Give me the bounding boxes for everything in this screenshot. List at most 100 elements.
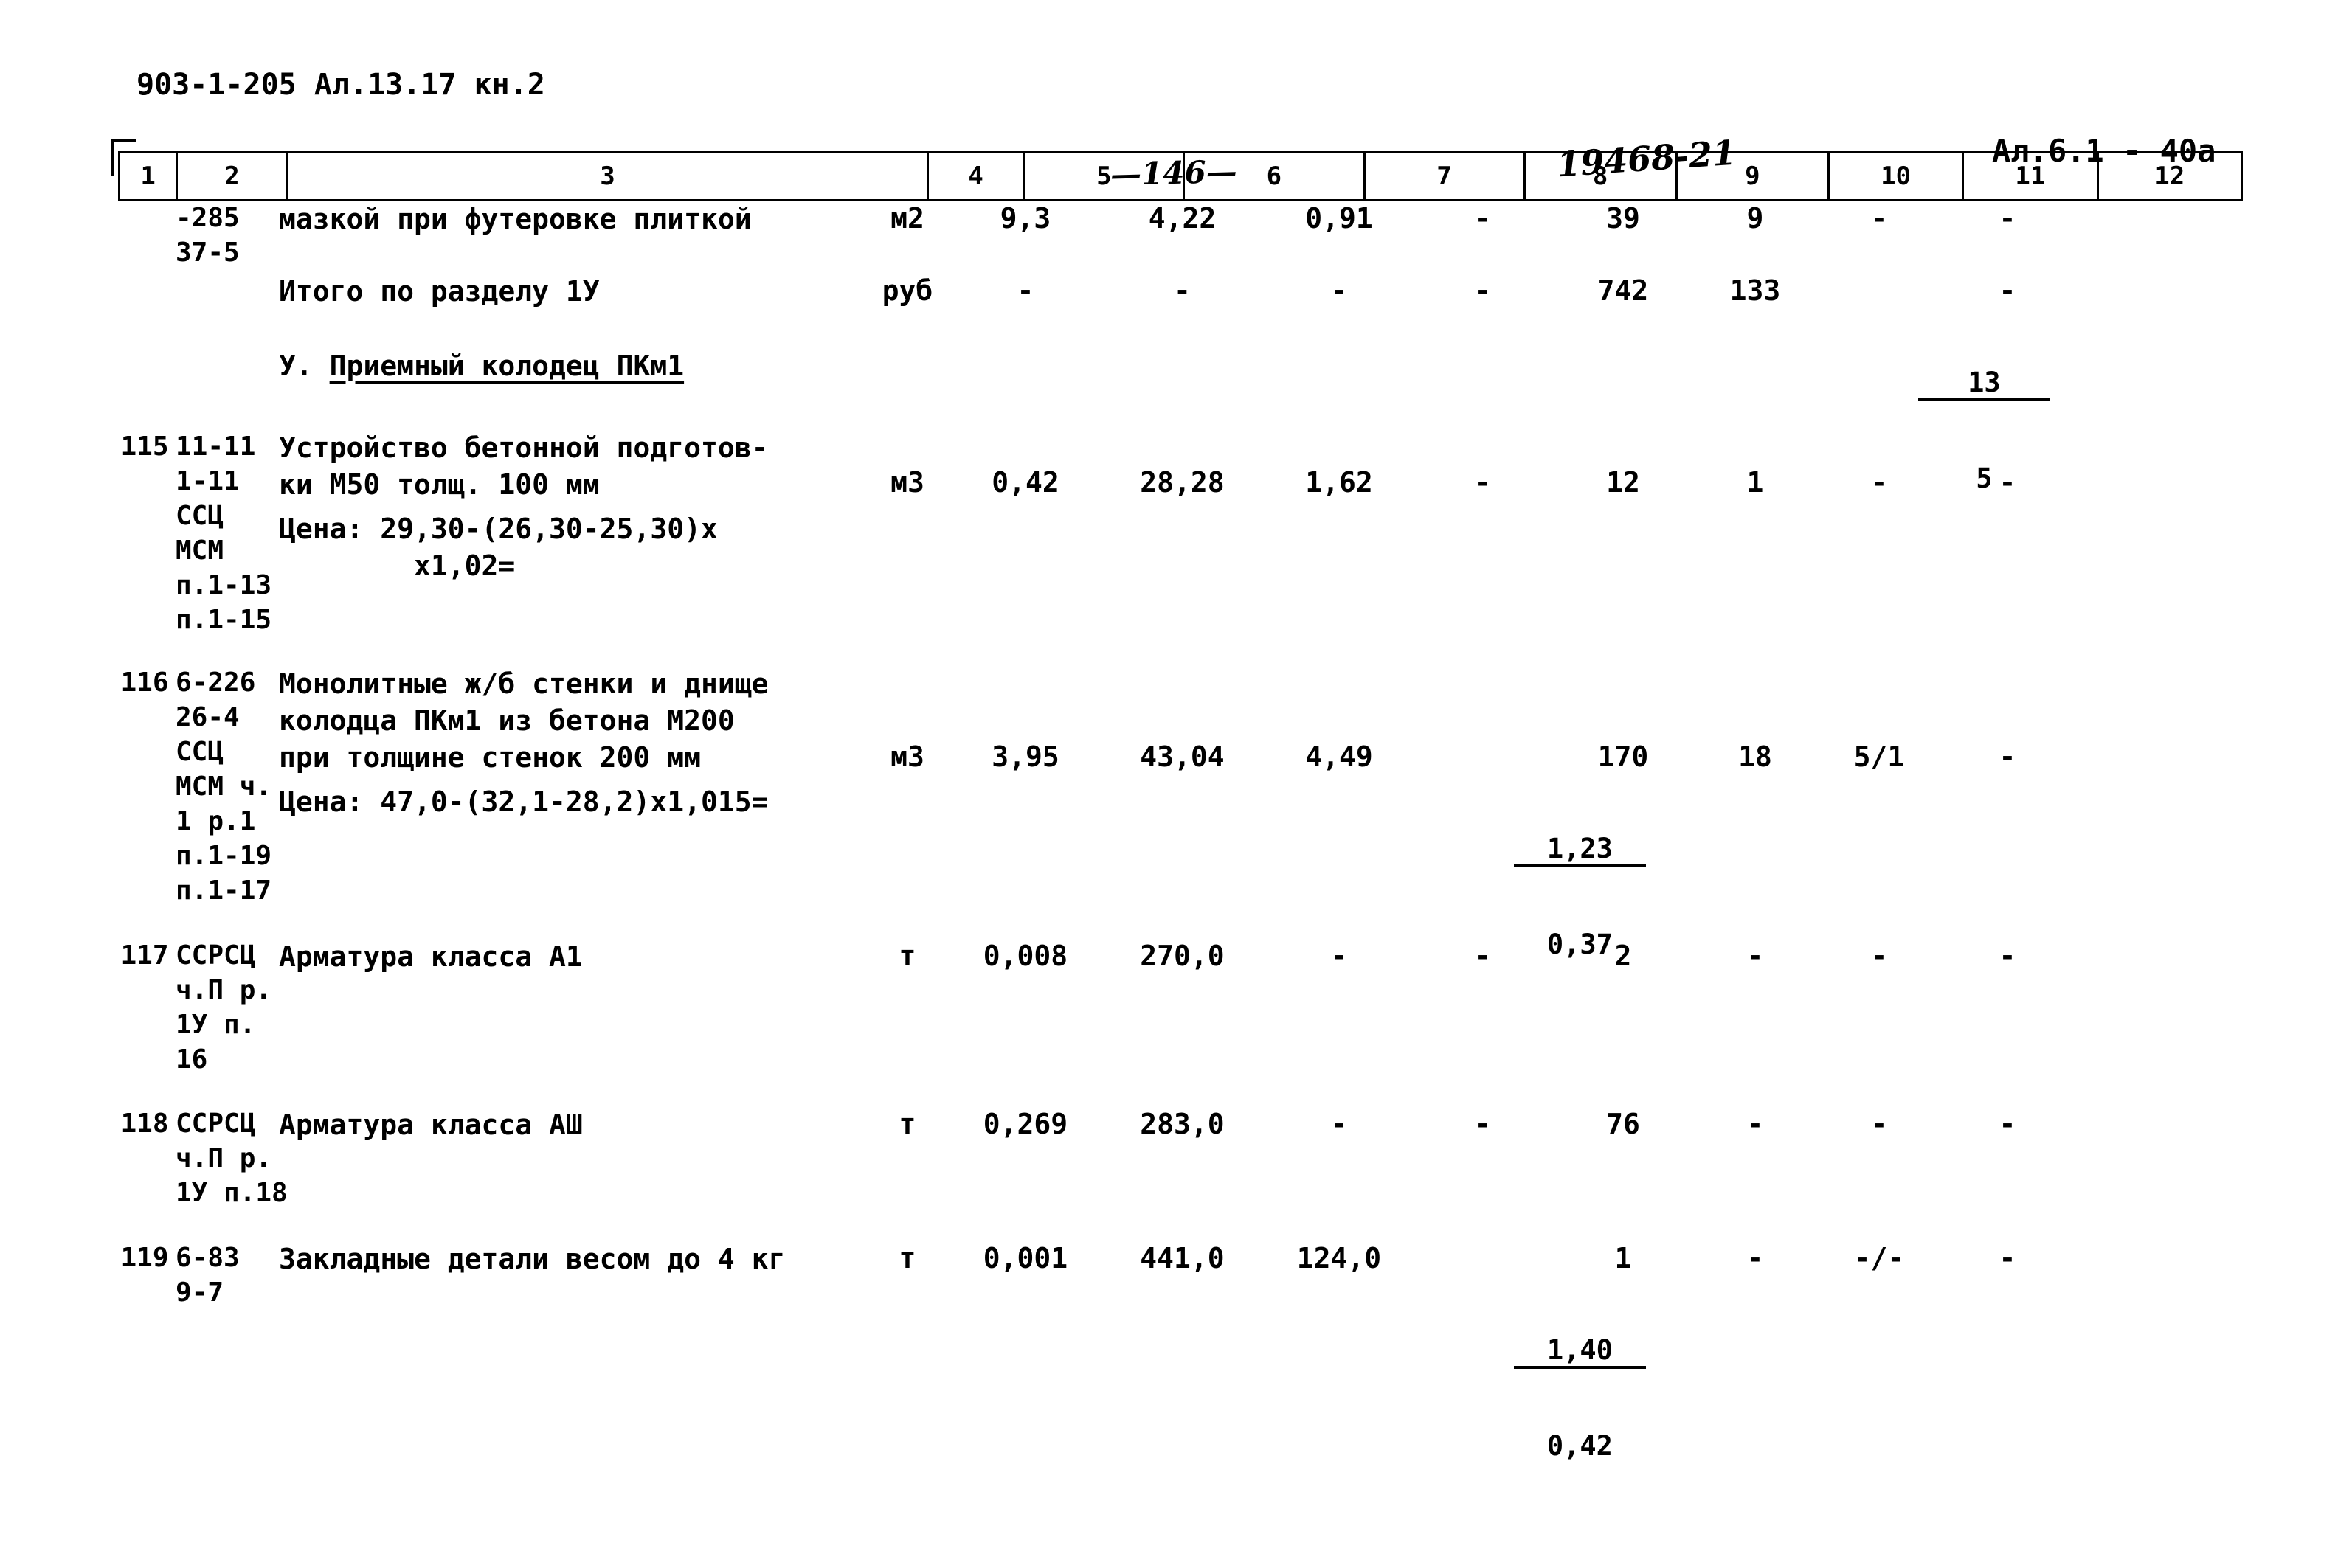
row-unit: м3 <box>890 466 924 499</box>
fraction-numerator: 1,40 <box>1514 1335 1646 1369</box>
row-col6: 283,0 <box>1140 1108 1225 1140</box>
row-col8: - <box>1474 940 1492 972</box>
row-price-note: Цена: 47,0-(32,1-28,2)х1,015= <box>279 785 769 818</box>
row-col10: - <box>1746 940 1764 972</box>
column-number-4: 4 <box>927 151 1025 201</box>
row-col7: 1,62 <box>1305 466 1373 499</box>
total-label: Итого по разделу 1У <box>279 275 600 308</box>
row-unit: т <box>899 1242 916 1274</box>
column-number-2: 2 <box>176 151 288 201</box>
table-header-wrapper: 1 2 3 4 5 6 7 8 9 10 11 12 <box>117 151 2244 201</box>
row-number: 115 <box>120 431 169 462</box>
document-code: 903-1-205 Ал.13.17 кн.2 <box>136 68 545 102</box>
row-col12: - <box>1999 1108 2016 1140</box>
column-number-11: 11 <box>1962 151 2099 201</box>
row-unit: м3 <box>890 740 924 773</box>
row-col11: - <box>1870 1108 1888 1140</box>
row-col8-fraction: 1,40 0,42 <box>1413 1238 1646 1561</box>
column-number-row: 1 2 3 4 5 6 7 8 9 10 11 12 <box>117 151 2244 201</box>
row-description: Арматура класса А1 <box>279 940 583 973</box>
column-number-5: 5 <box>1023 151 1186 201</box>
row-col9: 170 <box>1597 740 1649 773</box>
row-number: 119 <box>120 1243 169 1273</box>
row-col11: - <box>1870 940 1888 972</box>
row-unit: т <box>899 940 916 972</box>
total-col12: - <box>1999 274 2016 307</box>
row-col11: 5/1 <box>1853 740 1905 773</box>
row-description: Закладные детали весом до 4 кг <box>279 1243 786 1275</box>
row-col10: 18 <box>1738 740 1772 773</box>
row-code: ССРСЦ ч.П р. 1У п.18 <box>176 1109 288 1208</box>
total-col10: 133 <box>1729 274 1781 307</box>
column-number-1: 1 <box>117 151 179 201</box>
section-heading: У. Приемный колодец ПКм1 <box>279 348 862 384</box>
row-description: Монолитные ж/б стенки и днище колодца ПК… <box>279 667 769 774</box>
row-col9: 2 <box>1614 940 1632 972</box>
row-col6: 28,28 <box>1140 466 1225 499</box>
row-unit: т <box>899 1108 916 1140</box>
row-col11: - <box>1870 466 1888 499</box>
row-code: 6-83 9-7 <box>176 1243 240 1308</box>
row-description: Устройство бетонной подготов- ки М50 тол… <box>279 431 769 501</box>
row-code: 11-11 1-11 ССЦ МСМ п.1-13 п.1-15 <box>176 431 272 635</box>
row-unit: м2 <box>890 202 924 235</box>
estimate-body: -285 37-5 мазкой при футеровке плиткой м… <box>118 201 2243 1543</box>
fraction-denominator: 0,42 <box>1546 1430 1613 1462</box>
row-col11: -/- <box>1853 1242 1905 1274</box>
column-number-3: 3 <box>286 151 930 201</box>
row-code: 6-226 26-4 ССЦ МСМ ч. 1 р.1 п.1-19 п.1-1… <box>176 667 272 906</box>
fraction-value: 1,23 0,37 <box>1514 771 1646 1022</box>
row-code: -285 37-5 <box>176 203 240 268</box>
row-col6: 441,0 <box>1140 1242 1225 1274</box>
row-col8: - <box>1474 202 1492 235</box>
row-col7: - <box>1330 1108 1348 1140</box>
total-col11-fraction: 13 5 <box>1817 270 2050 593</box>
row-col5: 9,3 <box>1000 202 1051 235</box>
row-col10: - <box>1746 1108 1764 1140</box>
row-col9: 12 <box>1606 466 1640 499</box>
row-col6: 270,0 <box>1140 940 1225 972</box>
section-heading-title: Приемный колодец ПКм1 <box>329 350 685 382</box>
column-number-10: 10 <box>1827 151 1965 201</box>
row-number: 116 <box>120 667 169 698</box>
total-col9: 742 <box>1597 274 1649 307</box>
row-number: 118 <box>120 1109 169 1139</box>
row-col10: 1 <box>1746 466 1764 499</box>
row-description: Арматура класса АШ <box>279 1109 583 1141</box>
column-number-6: 6 <box>1183 151 1366 201</box>
row-col12: - <box>1999 1242 2016 1274</box>
row-price-note: Цена: 29,30-(26,30-25,30)х х1,02= <box>279 513 718 582</box>
row-col5: 0,001 <box>983 1242 1068 1274</box>
row-col8: - <box>1474 466 1492 499</box>
fraction-numerator: 13 <box>1918 367 2050 401</box>
row-col7: 4,49 <box>1305 740 1373 773</box>
fraction-value: 13 5 <box>1918 305 2050 556</box>
row-col10: - <box>1746 1242 1764 1274</box>
row-col5: 0,008 <box>983 940 1068 972</box>
column-number-8: 8 <box>1523 151 1678 201</box>
row-col10: 9 <box>1746 202 1764 235</box>
row-col7: - <box>1330 940 1348 972</box>
row-col12: - <box>1999 202 2016 235</box>
row-col9: 39 <box>1606 202 1640 235</box>
fraction-value: 1,40 0,42 <box>1514 1273 1646 1524</box>
row-col7: 0,91 <box>1305 202 1373 235</box>
row-col7: 124,0 <box>1296 1242 1382 1274</box>
row-col8-fraction: 1,23 0,37 <box>1413 736 1646 1059</box>
fraction-numerator: 1,23 <box>1514 833 1646 867</box>
row-col6: 43,04 <box>1140 740 1225 773</box>
total-unit: руб <box>882 274 933 307</box>
row-col5: 0,42 <box>992 466 1059 499</box>
row-col12: - <box>1999 940 2016 972</box>
page-header: 903-1-205 Ал.13.17 кн.2 —146— 19468-21 А… <box>0 68 2352 192</box>
row-code: ССРСЦ ч.П р. 1У п. 16 <box>176 940 272 1075</box>
column-number-9: 9 <box>1675 151 1830 201</box>
column-number-table: 1 2 3 4 5 6 7 8 9 10 11 12 <box>117 151 2244 201</box>
row-col5: 0,269 <box>983 1108 1068 1140</box>
row-col6: 4,22 <box>1148 202 1217 235</box>
row-col5: 3,95 <box>992 740 1059 773</box>
total-col6: - <box>1174 274 1191 307</box>
row-col12: - <box>1999 740 2016 773</box>
row-col9: 1 <box>1614 1242 1632 1274</box>
row-col9: 76 <box>1606 1108 1640 1140</box>
